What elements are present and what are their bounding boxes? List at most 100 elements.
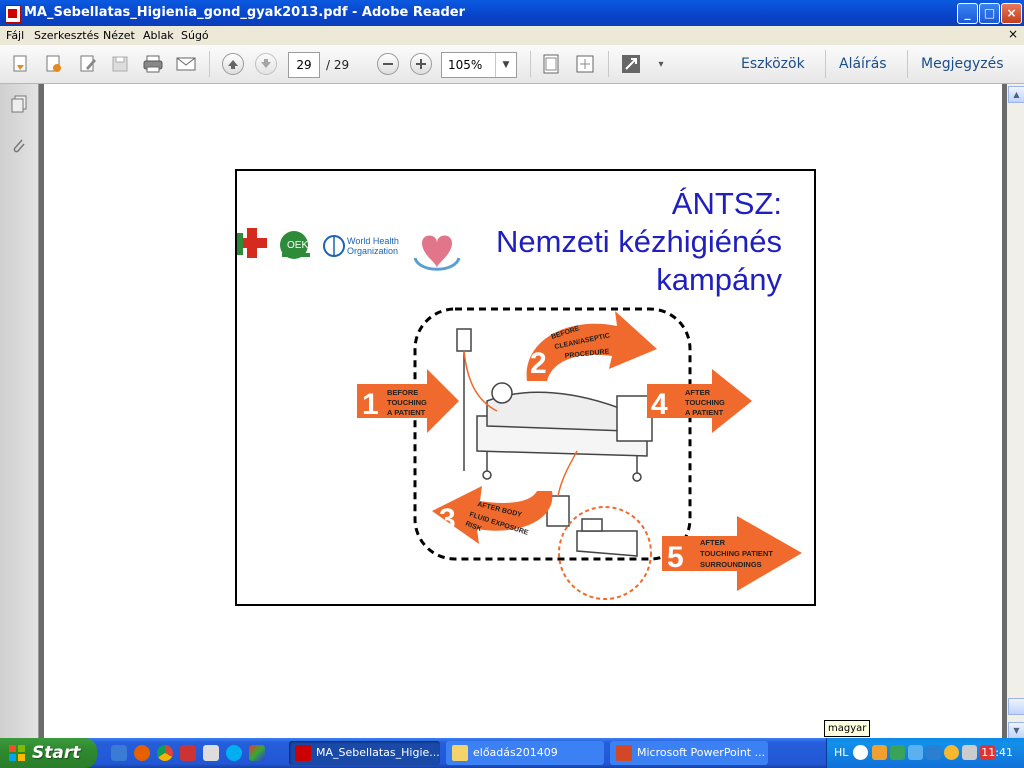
toolbar-divider: [608, 51, 609, 77]
svg-text:A PATIENT: A PATIENT: [387, 408, 426, 417]
tray-app-icon[interactable]: [926, 745, 941, 760]
task-adobe-reader[interactable]: MA_Sebellatas_Higie...: [289, 741, 440, 765]
zoom-out-button[interactable]: [377, 53, 399, 75]
sign-link[interactable]: Aláírás: [839, 56, 887, 72]
comment-link[interactable]: Megjegyzés: [921, 56, 1004, 72]
moment-3-arrow: 3 AFTER BODY FLUID EXPOSURE RISK: [432, 486, 553, 544]
fit-width-icon[interactable]: [574, 53, 596, 75]
print-icon[interactable]: [142, 53, 164, 75]
who-logo: World Health Organization: [323, 235, 399, 257]
system-tray: HL 11:41: [826, 738, 1024, 768]
create-pdf-icon[interactable]: [10, 53, 32, 75]
menu-edit[interactable]: Szerkesztés: [34, 29, 99, 42]
scroll-down-button[interactable]: ▼: [1008, 722, 1024, 739]
pages-icon[interactable]: [9, 94, 29, 114]
tray-app-icon[interactable]: [872, 745, 887, 760]
attachments-icon[interactable]: [9, 136, 29, 156]
paint-icon[interactable]: [249, 745, 265, 761]
surroundings-bed-illustration: [576, 518, 638, 557]
clock: 11:41: [981, 746, 1013, 759]
quicklaunch-app-icon[interactable]: [180, 745, 196, 761]
scroll-up-button[interactable]: ▲: [1008, 86, 1024, 103]
skype-icon[interactable]: [226, 745, 242, 761]
close-button[interactable]: ×: [1001, 3, 1022, 24]
adobe-reader-icon: [295, 745, 311, 761]
printer-icon[interactable]: [203, 745, 219, 761]
toolbar-divider: [907, 50, 908, 78]
svg-text:5: 5: [667, 541, 684, 574]
tray-expand-icon[interactable]: [853, 745, 868, 760]
tray-app-icon[interactable]: [944, 745, 959, 760]
partner-logos: OEK World Health Organization: [237, 228, 461, 271]
task-label: Microsoft PowerPoint ...: [637, 746, 766, 759]
svg-text:BEFORE: BEFORE: [387, 388, 418, 397]
svg-text:TOUCHING: TOUCHING: [387, 398, 427, 407]
fit-page-icon[interactable]: [540, 53, 562, 75]
minimize-button[interactable]: _: [957, 3, 978, 24]
menu-file[interactable]: Fájl: [6, 29, 24, 42]
maximize-button[interactable]: □: [979, 3, 1000, 24]
page-total: / 29: [326, 58, 350, 72]
network-icon[interactable]: [890, 745, 905, 760]
heart-hands-logo: [413, 235, 461, 271]
start-label: Start: [32, 743, 81, 763]
moment-1-arrow: 1 BEFORE TOUCHING A PATIENT: [357, 369, 459, 433]
volume-icon[interactable]: [962, 745, 977, 760]
svg-text:1: 1: [362, 388, 379, 421]
svg-text:3: 3: [439, 503, 456, 536]
powerpoint-icon: [616, 745, 632, 761]
red-cross-logo: [237, 228, 267, 258]
full-screen-icon[interactable]: [620, 53, 642, 75]
slide-image: ÁNTSZ: Nemzeti kézhigiénés kampány OEK W…: [235, 169, 816, 606]
svg-text:AFTER: AFTER: [700, 538, 726, 547]
chrome-icon[interactable]: [157, 745, 173, 761]
chevron-down-icon[interactable]: ▼: [495, 53, 516, 77]
navigation-pane: [0, 84, 39, 738]
task-label: előadás201409: [473, 746, 558, 759]
export-pdf-icon[interactable]: [43, 53, 65, 75]
svg-text:TOUCHING PATIENT: TOUCHING PATIENT: [700, 549, 773, 558]
toolbar-divider: [209, 51, 210, 77]
slide-title-line: ÁNTSZ:: [671, 186, 782, 221]
task-folder[interactable]: előadás201409: [446, 741, 604, 765]
hand-hygiene-diagram: 1 BEFORE TOUCHING A PATIENT 2 BEFORE CLE…: [357, 307, 802, 600]
tools-link[interactable]: Eszközök: [741, 56, 805, 72]
start-button[interactable]: Start: [0, 738, 97, 768]
document-close-button[interactable]: ×: [1008, 27, 1018, 41]
menu-view[interactable]: Nézet: [103, 29, 135, 42]
language-indicator[interactable]: HL: [834, 746, 848, 759]
language-tooltip: magyar: [824, 720, 871, 737]
zoom-value: 105%: [448, 58, 483, 72]
svg-text:World Health: World Health: [347, 236, 399, 246]
svg-text:A PATIENT: A PATIENT: [685, 408, 724, 417]
scroll-thumb[interactable]: [1008, 698, 1024, 715]
zoom-select[interactable]: 105% ▼: [441, 52, 517, 78]
save-icon[interactable]: [109, 53, 131, 75]
task-powerpoint[interactable]: Microsoft PowerPoint ...: [610, 741, 768, 765]
tray-app-icon[interactable]: [908, 745, 923, 760]
menu-help[interactable]: Súgó: [181, 29, 209, 42]
moment-2-arrow: 2 BEFORE CLEAN/ASEPTIC PROCEDURE: [526, 311, 657, 381]
svg-text:4: 4: [651, 388, 668, 421]
ie-icon[interactable]: [111, 745, 127, 761]
svg-text:OEK: OEK: [287, 240, 308, 251]
zoom-in-button[interactable]: [410, 53, 432, 75]
menu-window[interactable]: Ablak: [143, 29, 174, 42]
title-bar: MA_Sebellatas_Higienia_gond_gyak2013.pdf…: [0, 0, 1024, 26]
svg-text:2: 2: [530, 347, 547, 380]
svg-text:Organization: Organization: [347, 246, 398, 256]
vertical-scrollbar[interactable]: [1007, 84, 1024, 738]
moment-5-arrow: 5 AFTER TOUCHING PATIENT SURROUNDINGS: [662, 516, 802, 591]
window-title: MA_Sebellatas_Higienia_gond_gyak2013.pdf…: [24, 5, 466, 20]
page-number-input[interactable]: 29: [288, 52, 320, 78]
toolbar-options-icon[interactable]: ▾: [650, 53, 672, 75]
firefox-icon[interactable]: [134, 745, 150, 761]
taskbar: Start MA_Sebellatas_Higie... előadás2014…: [0, 738, 1024, 768]
svg-text:TOUCHING: TOUCHING: [685, 398, 725, 407]
task-label: MA_Sebellatas_Higie...: [316, 746, 440, 759]
email-icon[interactable]: [175, 53, 197, 75]
previous-page-button[interactable]: [222, 53, 244, 75]
menu-bar: Fájl Szerkesztés Nézet Ablak Súgó ×: [0, 26, 1024, 45]
edit-pdf-icon[interactable]: [77, 53, 99, 75]
next-page-button[interactable]: [255, 53, 277, 75]
